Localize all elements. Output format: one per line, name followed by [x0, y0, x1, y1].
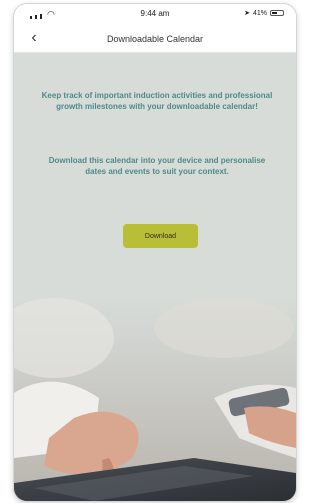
battery-icon	[270, 10, 284, 16]
status-bar: ◠ 9:44 am ➤ 41%	[14, 4, 296, 26]
page-title: Downloadable Calendar	[106, 34, 204, 44]
nav-bar: ‹ Downloadable Calendar	[14, 26, 296, 53]
download-button[interactable]: Download	[123, 224, 198, 248]
battery-percent: 41%	[252, 9, 267, 17]
phone-screen: ◠ 9:44 am ➤ 41% ‹ Downloadable Calendar …	[13, 3, 297, 502]
details-text: Download this calendar into your device …	[48, 156, 266, 176]
laptop-hands-illustration	[14, 298, 296, 501]
location-icon: ➤	[244, 10, 250, 17]
main-content: Keep track of important induction activi…	[14, 53, 296, 501]
hero-image	[14, 298, 296, 501]
status-right: ➤ 41%	[244, 9, 284, 17]
intro-text: Keep track of important induction activi…	[41, 91, 273, 111]
